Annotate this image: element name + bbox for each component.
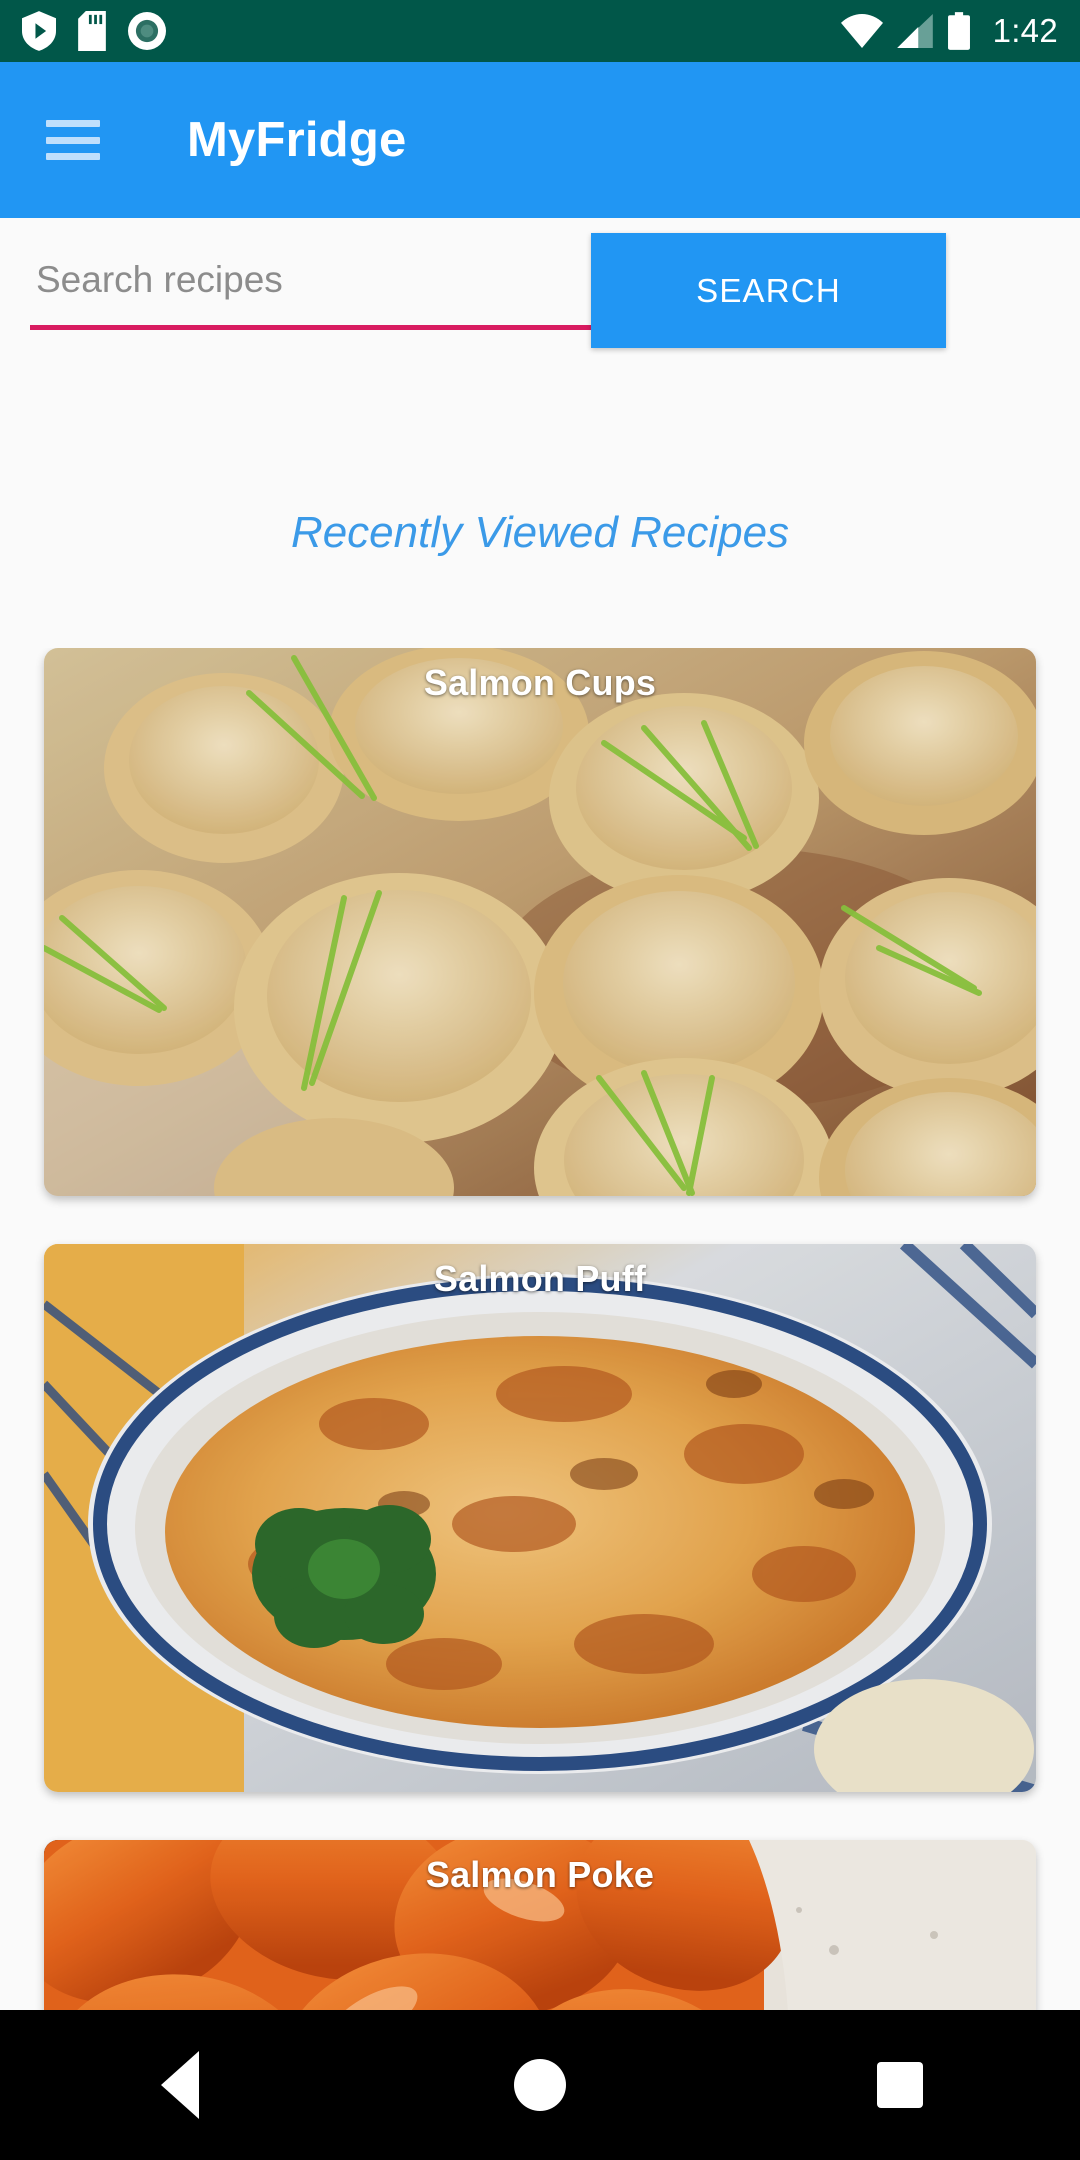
section-heading-recently-viewed: Recently Viewed Recipes (290, 508, 790, 557)
recipe-image-salmon-cups (44, 648, 1036, 1196)
battery-icon (947, 12, 970, 50)
app-title: MyFridge (187, 112, 407, 167)
sd-card-icon (78, 11, 106, 51)
cellular-signal-icon (896, 14, 933, 48)
status-bar: 1:42 (0, 0, 1080, 62)
recipe-title: Salmon Puff (433, 1258, 647, 1299)
search-row: SEARCH (0, 218, 1080, 378)
triangle-left-icon (161, 2051, 199, 2119)
status-bar-left-icons (22, 11, 166, 51)
home-button[interactable] (465, 2010, 615, 2160)
recipe-title: Salmon Cups (423, 662, 657, 703)
recents-button[interactable] (825, 2010, 975, 2160)
search-button[interactable]: SEARCH (591, 233, 946, 348)
shield-play-icon (22, 11, 56, 51)
status-bar-right-icons: 1:42 (840, 12, 1058, 50)
hamburger-menu-icon[interactable] (46, 120, 100, 160)
record-circle-icon (128, 12, 166, 50)
wifi-icon (840, 14, 883, 48)
app-bar: MyFridge (0, 62, 1080, 218)
recently-viewed-recipe-list[interactable]: Salmon Cups Salmon Puff Salmon Poke (0, 648, 1080, 2010)
recipe-card[interactable]: Salmon Poke (44, 1840, 1036, 2010)
status-bar-clock: 1:42 (992, 12, 1058, 49)
back-button[interactable] (105, 2010, 255, 2160)
square-icon (877, 2062, 923, 2108)
phone-screen: 1:42 MyFridge SEARCH Recently Viewed Rec… (0, 0, 1080, 2160)
android-navigation-bar (0, 2010, 1080, 2160)
recipe-card[interactable]: Salmon Puff (44, 1244, 1036, 1792)
circle-icon (514, 2059, 566, 2111)
recipe-card[interactable]: Salmon Cups (44, 648, 1036, 1196)
recipe-title: Salmon Poke (425, 1854, 655, 1895)
recipe-image-salmon-puff (44, 1244, 1036, 1792)
